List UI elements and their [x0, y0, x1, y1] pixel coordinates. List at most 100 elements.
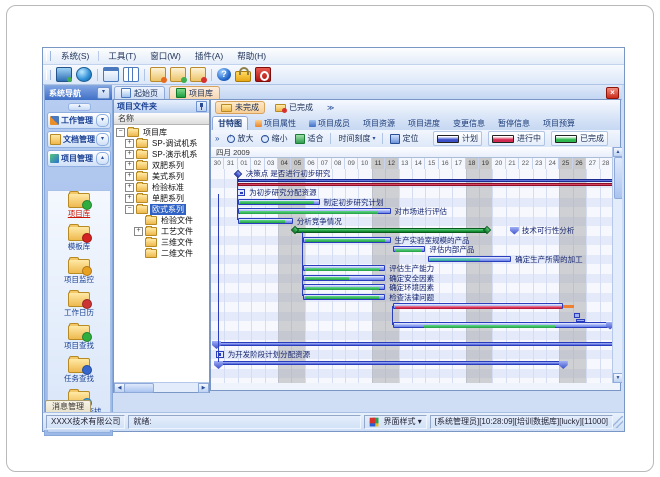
scroll-right-arrow[interactable]: ▶	[198, 383, 209, 393]
summary-bar[interactable]	[217, 361, 565, 365]
sidebar-collapse-button[interactable]: ▴	[68, 103, 91, 111]
task-bar[interactable]	[303, 237, 390, 243]
menu-item-2[interactable]: 工具(T)	[101, 49, 143, 63]
gantt-vertical-scrollbar[interactable]: ▲ ▼	[612, 147, 622, 383]
summary-actual-bar[interactable]	[238, 183, 613, 186]
exit-icon[interactable]	[255, 67, 271, 82]
gantt-tool-缩小[interactable]: 缩小	[257, 133, 291, 145]
close-tab-button[interactable]: ×	[606, 87, 619, 99]
chevron-down-icon[interactable]: ▾	[96, 133, 109, 146]
gantt-tab-变更信息[interactable]: 变更信息	[447, 116, 491, 130]
scroll-down-arrow[interactable]: ▼	[613, 373, 622, 383]
sidebar-panel-3[interactable]: 项目管理▴	[47, 150, 111, 167]
sidebar-item-6[interactable]: 任务查找	[48, 356, 110, 389]
tree-horizontal-scrollbar[interactable]: ◀ ▶	[114, 382, 209, 392]
sidebar-item-1[interactable]: 项目库	[48, 191, 110, 224]
gantt-tool-定位[interactable]: 定位	[386, 133, 422, 145]
task-bar[interactable]	[428, 256, 511, 262]
menu-item-5[interactable]: 帮助(H)	[230, 49, 273, 63]
tree-node-项目库[interactable]: −项目库	[116, 127, 169, 138]
chevron-up-icon[interactable]: ▴	[96, 152, 109, 165]
tree-node-SP-演示机系[interactable]: +SP-演示机系	[125, 149, 199, 160]
sidebar-item-2[interactable]: 模板库	[48, 224, 110, 257]
menu-item-1[interactable]: 系统(S)	[54, 49, 96, 63]
task-bar[interactable]	[303, 284, 385, 290]
window-icon[interactable]	[103, 67, 119, 82]
summary-bar[interactable]	[215, 342, 613, 346]
task-bar[interactable]	[303, 275, 385, 281]
expand-icon[interactable]: +	[125, 183, 134, 192]
scroll-up-arrow[interactable]: ▲	[613, 147, 622, 157]
tree-node-三维文件[interactable]: 三维文件	[134, 237, 195, 248]
task-bar[interactable]	[303, 265, 385, 271]
tab-起始页[interactable]: 起始页	[114, 86, 165, 99]
sidebar-menu-button[interactable]: ▾	[97, 87, 110, 99]
tree-node-检验标准[interactable]: +检验标准	[125, 182, 186, 193]
gantt-tool-时间刻度[interactable]: 时间刻度▾	[334, 133, 379, 145]
filter-未完成[interactable]: 未完成	[215, 101, 265, 114]
sidebar-panel-1[interactable]: 工作管理▾	[47, 112, 111, 129]
tab-项目库[interactable]: 项目库	[169, 86, 220, 99]
ui-style-selector[interactable]: 界面样式 ▾	[364, 415, 427, 429]
sidebar-item-4[interactable]: 工作日历	[48, 290, 110, 323]
task-bar[interactable]	[393, 322, 607, 328]
gantt-tab-项目成员[interactable]: 项目成员	[303, 116, 356, 130]
phase-summary-bar[interactable]	[295, 228, 487, 233]
expand-icon[interactable]: +	[125, 172, 134, 181]
expand-icon[interactable]: +	[134, 227, 143, 236]
expand-icon[interactable]: +	[125, 150, 134, 159]
tree-node-双肥系列[interactable]: +双肥系列	[125, 160, 186, 171]
mail-orange-icon[interactable]	[150, 67, 166, 82]
gantt-tab-项目进度[interactable]: 项目进度	[402, 116, 446, 130]
sidebar-item-3[interactable]: 项目监控	[48, 257, 110, 290]
task-bar[interactable]	[393, 246, 425, 252]
filter-已完成[interactable]: 已完成	[269, 101, 319, 114]
expand-icon[interactable]: +	[125, 194, 134, 203]
tree-node-欧式系列[interactable]: −欧式系列	[125, 204, 186, 215]
tree-node-二维文件[interactable]: 二维文件	[134, 248, 195, 259]
pin-icon[interactable]	[196, 101, 207, 112]
computer-icon[interactable]	[56, 67, 72, 82]
gantt-tab-甘特图[interactable]: 甘特图	[212, 116, 248, 130]
task-bar[interactable]	[303, 294, 385, 300]
tree-node-单肥系列[interactable]: +单肥系列	[125, 193, 186, 204]
toolbar-overflow-icon[interactable]: »	[215, 134, 219, 143]
gantt-tool-放大[interactable]: 放大	[223, 133, 257, 145]
globe-icon[interactable]	[76, 67, 92, 82]
expand-icon[interactable]: +	[125, 161, 134, 170]
scroll-thumb[interactable]	[614, 157, 623, 199]
menu-item-4[interactable]: 插件(A)	[188, 49, 230, 63]
chevron-down-icon[interactable]: ▾	[96, 114, 109, 127]
tree-node-SP-调试机系[interactable]: +SP-调试机系	[125, 138, 199, 149]
gantt-tool-适合[interactable]: 适合	[291, 133, 327, 145]
lock-icon[interactable]	[235, 71, 251, 82]
expand-icon[interactable]: +	[125, 139, 134, 148]
collapse-icon[interactable]: −	[125, 205, 134, 214]
help-icon[interactable]	[217, 68, 231, 81]
mail-red-icon[interactable]	[190, 67, 206, 82]
overflow-chevron-icon[interactable]: ≫	[327, 104, 334, 112]
gantt-tab-项目预算[interactable]: 项目预算	[537, 116, 581, 130]
task-icon[interactable]	[237, 189, 245, 196]
gantt-tab-暂停信息[interactable]: 暂停信息	[492, 116, 536, 130]
scroll-thumb[interactable]	[124, 383, 154, 393]
task-icon[interactable]	[216, 351, 224, 358]
task-bar[interactable]	[238, 208, 391, 214]
sidebar-item-5[interactable]: 项目查找	[48, 323, 110, 356]
collapse-icon[interactable]: −	[116, 128, 125, 137]
window-split-icon[interactable]	[123, 67, 139, 82]
inprogress-bar[interactable]	[393, 303, 563, 309]
task-bar[interactable]	[238, 218, 293, 224]
tree-node-检验文件[interactable]: 检验文件	[134, 215, 195, 226]
task-bar[interactable]	[238, 199, 320, 205]
menu-item-3[interactable]: 窗口(W)	[143, 49, 188, 63]
tree-node-美式系列[interactable]: +美式系列	[125, 171, 186, 182]
tree-node-工艺文件[interactable]: +工艺文件	[134, 226, 195, 237]
summary-plan-bar[interactable]	[238, 179, 613, 182]
mail-green-icon[interactable]	[170, 67, 186, 82]
tree-column-header[interactable]: 名称	[114, 113, 209, 125]
gantt-tab-项目属性[interactable]: 项目属性	[249, 116, 302, 130]
resize-grip[interactable]	[613, 416, 623, 428]
sidebar-panel-2[interactable]: 文档管理▾	[47, 131, 111, 148]
mini-milestone[interactable]	[574, 313, 580, 318]
